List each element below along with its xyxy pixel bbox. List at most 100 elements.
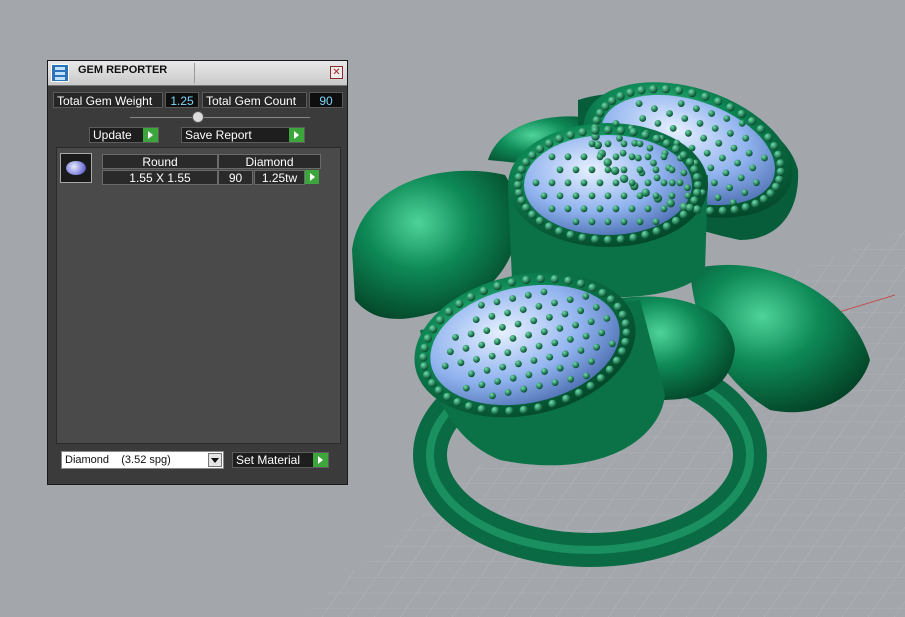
pave-bead [628,205,636,213]
update-button[interactable]: Update [89,127,159,143]
pave-bead [679,210,688,219]
set-material-button[interactable]: Set Material [232,452,329,468]
pave-bead [566,230,575,240]
pave-bead [612,120,620,127]
pave-bead [514,320,522,328]
update-button-label: Update [93,128,132,142]
pave-bead [499,323,506,331]
pave-bead [759,194,769,204]
pave-bead [551,339,559,347]
pave-bead [619,149,627,157]
pave-bead [524,291,532,299]
pave-bead [420,343,429,353]
gem-weight-cell: 1.25tw [254,170,305,185]
pave-bead [494,378,501,385]
pave-bead [652,192,660,200]
pave-bead [555,227,564,236]
pave-bead [483,327,491,334]
pave-bead [766,189,775,198]
splitter-handle[interactable] [192,111,204,123]
material-dropdown[interactable]: Diamond (3.52 spg) [61,451,224,469]
pave-bead [580,153,588,161]
pave-bead [572,192,580,200]
close-icon[interactable]: ✕ [330,66,343,79]
pave-bead [612,179,620,187]
pave-bead [473,356,480,363]
pave-bead [690,196,699,205]
pave-bead [452,333,459,341]
pave-bead [753,179,760,187]
pave-bead [692,188,702,197]
pave-bead [483,367,491,374]
pave-bead [551,379,559,386]
pave-bead [540,328,548,336]
pave-bead [540,288,548,296]
pave-bead [761,154,768,162]
pave-bead [551,299,558,307]
pave-bead [535,216,545,226]
title-bar[interactable]: GEM REPORTER ✕ [48,61,347,86]
pave-bead [457,359,465,367]
play-arrow-icon [143,128,158,142]
pave-bead [749,164,757,172]
pave-bead [548,179,556,187]
pave-bead [535,302,543,310]
pave-bead [515,360,522,368]
row-select-arrow-icon[interactable] [305,170,319,184]
pave-bead [578,233,587,242]
pave-bead [556,192,564,200]
pave-bead [669,124,677,132]
pave-bead [455,299,464,309]
pave-bead [680,169,688,177]
pave-bead [596,179,604,187]
pave-bead [650,159,657,167]
pave-bead [730,205,739,214]
pave-bead [566,130,575,140]
pave-bead [443,392,452,402]
pave-bead [592,116,601,125]
pave-bead [652,227,661,236]
pave-bead [532,179,540,187]
pave-bead [588,358,595,365]
pave-bead [525,371,533,379]
pave-bead [687,88,697,98]
pave-bead [774,150,783,160]
pave-bead [639,115,647,122]
pave-bead [756,125,766,134]
pave-bead [706,206,715,215]
pave-bead [652,166,660,174]
pave-bead [729,199,737,206]
gem-reporter-panel: GEM REPORTER ✕ Total Gem Weight 1.25 Tot… [47,60,348,485]
pave-bead [577,347,585,354]
pave-bead [771,182,781,192]
pave-bead [499,363,507,371]
pave-bead [528,210,537,219]
pave-bead [509,295,517,302]
pave-bead [620,166,628,174]
pave-bead [467,330,475,338]
pave-bead [692,205,702,214]
save-report-button[interactable]: Save Report [181,127,305,143]
column-header-material: Diamond [218,154,321,169]
pave-bead [660,205,668,213]
pave-bead [520,385,528,393]
pave-bead [621,337,630,347]
pave-bead [595,108,605,118]
pave-bead [619,174,629,183]
pave-bead [478,381,486,389]
pave-bead [514,173,524,182]
pave-bead [723,115,731,122]
pave-bead [598,329,606,337]
pave-bead [596,153,604,161]
pave-bead [567,375,575,383]
pave-bead [634,154,642,162]
pave-bead [776,159,785,168]
round-gem-thumbnail[interactable] [60,153,92,183]
chevron-down-icon[interactable] [208,453,222,467]
pave-bead [504,389,512,396]
pave-bead [636,140,644,148]
pave-bead [764,133,773,142]
pave-bead [556,364,564,372]
pave-bead [521,158,531,167]
pave-bead [616,126,625,135]
